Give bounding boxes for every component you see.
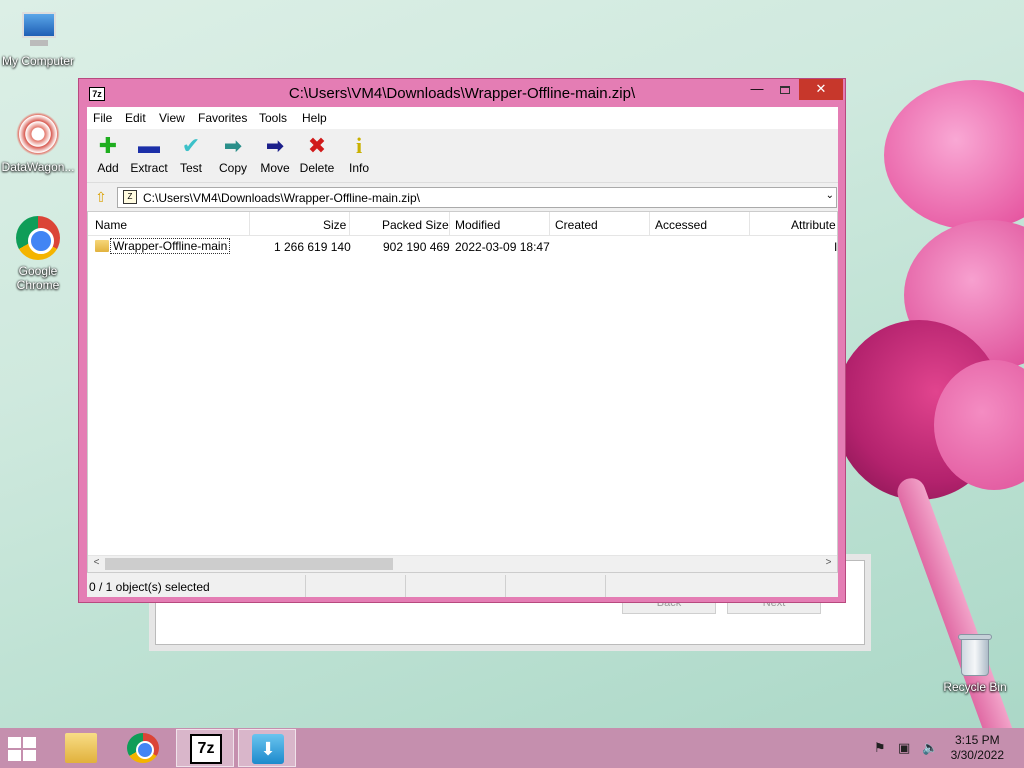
up-folder-button[interactable]: ⇧ [91,187,111,207]
address-path: C:\Users\VM4\Downloads\Wrapper-Offline-m… [143,191,420,205]
status-selection: 0 / 1 object(s) selected [87,575,306,597]
column-header-attributes[interactable]: Attribute [791,218,836,232]
desktop-icon-datawagon[interactable]: DataWagon... [0,112,76,174]
network-icon[interactable]: ▣ [898,740,910,756]
status-cell-modified [506,575,606,597]
system-clock[interactable]: 3:15 PM 3/30/2022 [951,733,1004,763]
menu-view[interactable]: View [159,111,185,125]
test-icon: ✔ [181,133,201,158]
menu-tools[interactable]: Tools [259,111,287,125]
status-bar: 0 / 1 object(s) selected [87,575,838,597]
title-bar[interactable]: 7z C:\Users\VM4\Downloads\Wrapper-Offlin… [79,79,845,107]
column-header-created[interactable]: Created [555,218,598,232]
maximize-button[interactable] [771,79,799,100]
column-header-modified[interactable]: Modified [455,218,500,232]
copy-label: Copy [218,161,247,175]
add-icon: ✚ [98,133,118,158]
menu-help[interactable]: Help [302,111,327,125]
info-icon: i [355,133,363,158]
row-size: 1 266 619 140 [274,240,351,254]
desktop-icon-label: My Computer [1,54,75,68]
row-attributes: I [834,240,838,254]
move-label: Move [260,161,290,175]
horizontal-scrollbar[interactable]: < > [88,555,837,572]
row-modified: 2022-03-09 18:47 [455,240,550,254]
start-button[interactable] [8,737,38,761]
computer-icon [16,12,60,50]
window-title: C:\Users\VM4\Downloads\Wrapper-Offline-m… [288,85,636,102]
column-header-name[interactable]: Name [95,218,127,232]
copy-icon: ➡ [223,133,243,158]
maximize-icon [780,85,790,94]
row-packed-size: 902 190 469 [383,240,450,254]
test-button[interactable]: ✔ Test [170,133,212,175]
taskbar: 7z ⬇ ⚑ ▣ 🔈 3:15 PM 3/30/2022 [0,728,1024,768]
delete-button[interactable]: ✖ Delete [296,133,338,175]
volume-muted-icon[interactable]: 🔈 [922,740,938,756]
status-cell-size [306,575,406,597]
file-list: Name Size Packed Size Modified Created A… [87,211,838,573]
scroll-left-icon[interactable]: < [88,557,105,568]
move-icon: ➡ [265,133,285,158]
toolbar: ✚ Add ▬ Extract ✔ Test ➡ Copy ➡ Move ✖ D… [87,129,838,183]
window-client-area: File Edit View Favorites Tools Help ✚ Ad… [87,107,838,597]
windows-logo-icon [8,737,21,748]
list-header: Name Size Packed Size Modified Created A… [88,212,837,236]
taskbar-7zip[interactable]: 7z [176,729,234,767]
table-row[interactable]: Wrapper-Offline-main 1 266 619 140 902 1… [88,237,837,257]
move-button[interactable]: ➡ Move [254,133,296,175]
sevenzip-window: 7z C:\Users\VM4\Downloads\Wrapper-Offlin… [78,78,846,603]
datawagon-icon [16,112,60,156]
delete-icon: ✖ [307,133,327,158]
folder-icon [65,733,97,763]
row-name[interactable]: Wrapper-Offline-main [110,238,231,254]
archive-icon: Z [123,190,137,204]
column-header-size[interactable]: Size [323,218,346,232]
desktop-icon-my-computer[interactable]: My Computer [0,12,76,68]
desktop-icon-recycle-bin[interactable]: Recycle Bin [937,632,1013,694]
folder-icon [95,240,109,252]
test-label: Test [179,161,202,175]
menu-file[interactable]: File [93,111,112,125]
desktop-icon-google-chrome[interactable]: Google Chrome [0,216,76,292]
address-input[interactable]: Z C:\Users\VM4\Downloads\Wrapper-Offline… [117,187,837,208]
add-button[interactable]: ✚ Add [87,133,129,175]
close-button[interactable]: ✕ [799,79,843,100]
info-label: Info [348,161,369,175]
desktop-icon-label: Google Chrome [16,264,60,292]
menu-edit[interactable]: Edit [125,111,146,125]
add-label: Add [97,161,119,175]
extract-label: Extract [130,161,168,175]
clock-time: 3:15 PM [954,733,1000,747]
taskbar-installer[interactable]: ⬇ [238,729,296,767]
delete-label: Delete [299,161,335,175]
taskbar-chrome[interactable] [114,729,172,767]
chrome-icon [16,216,60,260]
chevron-down-icon[interactable]: ⌄ [826,190,834,201]
recycle-bin-icon [958,632,992,676]
desktop-icon-label: DataWagon... [1,160,75,174]
chrome-icon [127,733,159,763]
extract-icon: ▬ [138,133,160,158]
scroll-right-icon[interactable]: > [820,557,837,568]
clock-date: 3/30/2022 [950,748,1004,762]
extract-button[interactable]: ▬ Extract [128,133,170,175]
address-bar: ⇧ Z C:\Users\VM4\Downloads\Wrapper-Offli… [87,185,838,209]
taskbar-file-explorer[interactable] [52,729,110,767]
status-cell-packed [406,575,506,597]
info-button[interactable]: i Info [338,133,380,175]
minimize-button[interactable]: — [743,79,771,100]
menu-bar: File Edit View Favorites Tools Help [87,107,838,129]
scrollbar-thumb[interactable] [105,558,393,570]
menu-favorites[interactable]: Favorites [198,111,247,125]
installer-icon: ⬇ [252,734,284,764]
copy-button[interactable]: ➡ Copy [212,133,254,175]
column-header-accessed[interactable]: Accessed [655,218,707,232]
column-header-packed-size[interactable]: Packed Size [382,218,449,232]
desktop-icon-label: Recycle Bin [943,680,1007,694]
sevenzip-icon: 7z [190,734,222,764]
action-center-flag-icon[interactable]: ⚑ [874,740,886,756]
